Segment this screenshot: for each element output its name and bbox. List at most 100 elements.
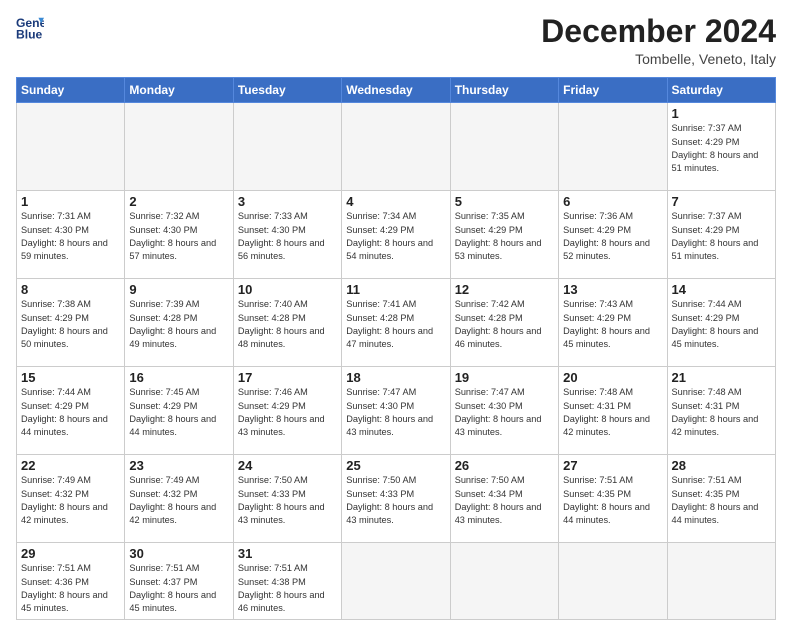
cell-info: Sunrise: 7:47 AMSunset: 4:30 PMDaylight:… xyxy=(346,386,445,439)
logo-icon: General Blue xyxy=(16,14,44,42)
day-header-monday: Monday xyxy=(125,78,233,103)
calendar-cell: 5Sunrise: 7:35 AMSunset: 4:29 PMDaylight… xyxy=(450,191,558,279)
cell-info: Sunrise: 7:39 AMSunset: 4:28 PMDaylight:… xyxy=(129,298,228,351)
calendar-cell: 15Sunrise: 7:44 AMSunset: 4:29 PMDayligh… xyxy=(17,367,125,455)
calendar-cell xyxy=(125,103,233,191)
day-number: 1 xyxy=(21,194,120,209)
calendar-week-row: 8Sunrise: 7:38 AMSunset: 4:29 PMDaylight… xyxy=(17,279,776,367)
cell-info: Sunrise: 7:36 AMSunset: 4:29 PMDaylight:… xyxy=(563,210,662,263)
day-number: 29 xyxy=(21,546,120,561)
cell-info: Sunrise: 7:44 AMSunset: 4:29 PMDaylight:… xyxy=(21,386,120,439)
calendar-cell: 24Sunrise: 7:50 AMSunset: 4:33 PMDayligh… xyxy=(233,455,341,543)
calendar-cell: 19Sunrise: 7:47 AMSunset: 4:30 PMDayligh… xyxy=(450,367,558,455)
cell-info: Sunrise: 7:33 AMSunset: 4:30 PMDaylight:… xyxy=(238,210,337,263)
calendar-cell: 18Sunrise: 7:47 AMSunset: 4:30 PMDayligh… xyxy=(342,367,450,455)
day-number: 11 xyxy=(346,282,445,297)
day-number: 8 xyxy=(21,282,120,297)
cell-info: Sunrise: 7:31 AMSunset: 4:30 PMDaylight:… xyxy=(21,210,120,263)
day-number: 2 xyxy=(129,194,228,209)
cell-info: Sunrise: 7:46 AMSunset: 4:29 PMDaylight:… xyxy=(238,386,337,439)
calendar-week-row: 15Sunrise: 7:44 AMSunset: 4:29 PMDayligh… xyxy=(17,367,776,455)
cell-info: Sunrise: 7:50 AMSunset: 4:33 PMDaylight:… xyxy=(346,474,445,527)
day-number: 3 xyxy=(238,194,337,209)
cell-info: Sunrise: 7:38 AMSunset: 4:29 PMDaylight:… xyxy=(21,298,120,351)
calendar-cell: 22Sunrise: 7:49 AMSunset: 4:32 PMDayligh… xyxy=(17,455,125,543)
cell-info: Sunrise: 7:40 AMSunset: 4:28 PMDaylight:… xyxy=(238,298,337,351)
day-number: 13 xyxy=(563,282,662,297)
cell-info: Sunrise: 7:51 AMSunset: 4:35 PMDaylight:… xyxy=(563,474,662,527)
day-number: 30 xyxy=(129,546,228,561)
day-number: 18 xyxy=(346,370,445,385)
cell-info: Sunrise: 7:50 AMSunset: 4:33 PMDaylight:… xyxy=(238,474,337,527)
calendar-cell: 25Sunrise: 7:50 AMSunset: 4:33 PMDayligh… xyxy=(342,455,450,543)
calendar-cell: 7Sunrise: 7:37 AMSunset: 4:29 PMDaylight… xyxy=(667,191,775,279)
calendar-cell: 21Sunrise: 7:48 AMSunset: 4:31 PMDayligh… xyxy=(667,367,775,455)
day-number: 22 xyxy=(21,458,120,473)
calendar-cell: 28Sunrise: 7:51 AMSunset: 4:35 PMDayligh… xyxy=(667,455,775,543)
day-number: 7 xyxy=(672,194,771,209)
calendar-cell xyxy=(342,543,450,619)
calendar-cell: 23Sunrise: 7:49 AMSunset: 4:32 PMDayligh… xyxy=(125,455,233,543)
day-number: 12 xyxy=(455,282,554,297)
calendar-cell xyxy=(559,103,667,191)
cell-info: Sunrise: 7:49 AMSunset: 4:32 PMDaylight:… xyxy=(129,474,228,527)
calendar-cell: 20Sunrise: 7:48 AMSunset: 4:31 PMDayligh… xyxy=(559,367,667,455)
month-title: December 2024 xyxy=(541,14,776,49)
calendar-cell: 6Sunrise: 7:36 AMSunset: 4:29 PMDaylight… xyxy=(559,191,667,279)
day-number: 27 xyxy=(563,458,662,473)
cell-info: Sunrise: 7:47 AMSunset: 4:30 PMDaylight:… xyxy=(455,386,554,439)
calendar-cell: 16Sunrise: 7:45 AMSunset: 4:29 PMDayligh… xyxy=(125,367,233,455)
calendar-cell: 13Sunrise: 7:43 AMSunset: 4:29 PMDayligh… xyxy=(559,279,667,367)
calendar-week-row: 1Sunrise: 7:37 AMSunset: 4:29 PMDaylight… xyxy=(17,103,776,191)
cell-info: Sunrise: 7:48 AMSunset: 4:31 PMDaylight:… xyxy=(563,386,662,439)
day-number: 24 xyxy=(238,458,337,473)
day-number: 1 xyxy=(672,106,771,121)
cell-info: Sunrise: 7:51 AMSunset: 4:38 PMDaylight:… xyxy=(238,562,337,615)
day-number: 6 xyxy=(563,194,662,209)
svg-text:Blue: Blue xyxy=(16,27,43,41)
cell-info: Sunrise: 7:50 AMSunset: 4:34 PMDaylight:… xyxy=(455,474,554,527)
cell-info: Sunrise: 7:35 AMSunset: 4:29 PMDaylight:… xyxy=(455,210,554,263)
calendar-week-row: 29Sunrise: 7:51 AMSunset: 4:36 PMDayligh… xyxy=(17,543,776,619)
calendar-cell: 9Sunrise: 7:39 AMSunset: 4:28 PMDaylight… xyxy=(125,279,233,367)
calendar-cell: 14Sunrise: 7:44 AMSunset: 4:29 PMDayligh… xyxy=(667,279,775,367)
day-header-sunday: Sunday xyxy=(17,78,125,103)
day-number: 16 xyxy=(129,370,228,385)
day-number: 25 xyxy=(346,458,445,473)
header: General Blue December 2024 Tombelle, Ven… xyxy=(16,14,776,67)
day-header-tuesday: Tuesday xyxy=(233,78,341,103)
calendar-cell: 2Sunrise: 7:32 AMSunset: 4:30 PMDaylight… xyxy=(125,191,233,279)
calendar-cell xyxy=(450,103,558,191)
calendar-week-row: 1Sunrise: 7:31 AMSunset: 4:30 PMDaylight… xyxy=(17,191,776,279)
day-number: 10 xyxy=(238,282,337,297)
day-header-friday: Friday xyxy=(559,78,667,103)
cell-info: Sunrise: 7:32 AMSunset: 4:30 PMDaylight:… xyxy=(129,210,228,263)
day-number: 9 xyxy=(129,282,228,297)
day-header-saturday: Saturday xyxy=(667,78,775,103)
calendar-cell xyxy=(342,103,450,191)
day-number: 4 xyxy=(346,194,445,209)
day-number: 26 xyxy=(455,458,554,473)
calendar-cell: 10Sunrise: 7:40 AMSunset: 4:28 PMDayligh… xyxy=(233,279,341,367)
calendar-cell: 26Sunrise: 7:50 AMSunset: 4:34 PMDayligh… xyxy=(450,455,558,543)
title-block: December 2024 Tombelle, Veneto, Italy xyxy=(541,14,776,67)
calendar-table: SundayMondayTuesdayWednesdayThursdayFrid… xyxy=(16,77,776,619)
day-number: 23 xyxy=(129,458,228,473)
calendar-cell: 11Sunrise: 7:41 AMSunset: 4:28 PMDayligh… xyxy=(342,279,450,367)
cell-info: Sunrise: 7:37 AMSunset: 4:29 PMDaylight:… xyxy=(672,210,771,263)
day-number: 19 xyxy=(455,370,554,385)
calendar-cell: 4Sunrise: 7:34 AMSunset: 4:29 PMDaylight… xyxy=(342,191,450,279)
cell-info: Sunrise: 7:44 AMSunset: 4:29 PMDaylight:… xyxy=(672,298,771,351)
calendar-cell: 1Sunrise: 7:31 AMSunset: 4:30 PMDaylight… xyxy=(17,191,125,279)
calendar-cell: 30Sunrise: 7:51 AMSunset: 4:37 PMDayligh… xyxy=(125,543,233,619)
day-number: 17 xyxy=(238,370,337,385)
calendar-cell: 31Sunrise: 7:51 AMSunset: 4:38 PMDayligh… xyxy=(233,543,341,619)
calendar-cell: 1Sunrise: 7:37 AMSunset: 4:29 PMDaylight… xyxy=(667,103,775,191)
location: Tombelle, Veneto, Italy xyxy=(541,51,776,67)
day-header-thursday: Thursday xyxy=(450,78,558,103)
day-number: 31 xyxy=(238,546,337,561)
cell-info: Sunrise: 7:34 AMSunset: 4:29 PMDaylight:… xyxy=(346,210,445,263)
calendar-cell xyxy=(17,103,125,191)
cell-info: Sunrise: 7:51 AMSunset: 4:37 PMDaylight:… xyxy=(129,562,228,615)
calendar-cell: 17Sunrise: 7:46 AMSunset: 4:29 PMDayligh… xyxy=(233,367,341,455)
